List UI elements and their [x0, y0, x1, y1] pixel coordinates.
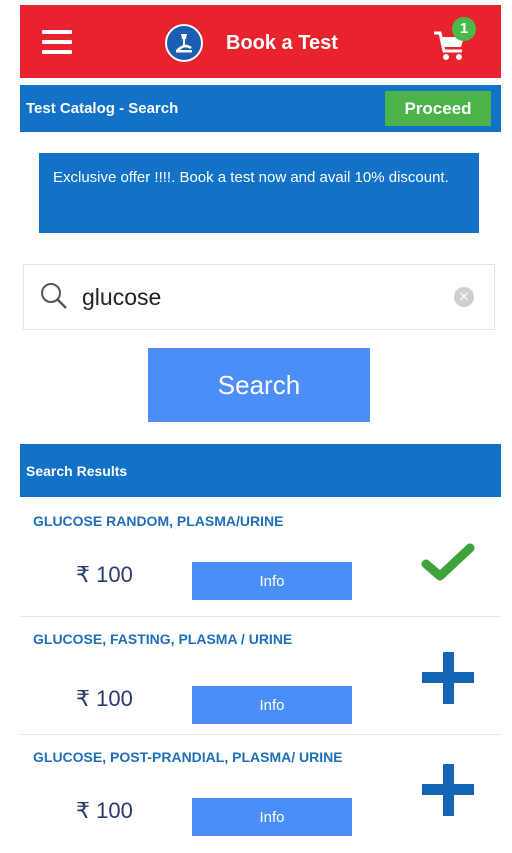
result-item: GLUCOSE RANDOM, PLASMA/URINE ₹ 100 Info — [20, 500, 501, 617]
clear-icon[interactable]: ✕ — [454, 287, 474, 307]
divider — [20, 616, 501, 617]
search-results-title: Search Results — [26, 463, 128, 479]
plus-icon[interactable] — [420, 762, 476, 818]
search-icon — [39, 281, 69, 311]
result-item: GLUCOSE, POST-PRANDIAL, PLASMA/ URINE ₹ … — [20, 736, 501, 853]
search-box: ✕ — [23, 264, 495, 330]
test-price: ₹ 100 — [76, 562, 133, 587]
result-item: GLUCOSE, FASTING, PLASMA / URINE ₹ 100 I… — [20, 618, 501, 735]
catalog-subheader: Test Catalog - Search Proceed — [20, 85, 501, 132]
search-button[interactable]: Search — [148, 348, 370, 422]
info-button[interactable]: Info — [192, 686, 352, 724]
cart-count-badge: 1 — [452, 17, 476, 41]
test-name[interactable]: GLUCOSE, FASTING, PLASMA / URINE — [33, 630, 393, 648]
hamburger-menu-icon[interactable] — [42, 30, 72, 54]
test-name[interactable]: GLUCOSE RANDOM, PLASMA/URINE — [33, 512, 393, 530]
page-title: Test Catalog - Search — [26, 100, 179, 117]
test-price: ₹ 100 — [76, 798, 133, 823]
app-header: Book a Test 1 — [20, 5, 501, 78]
info-button[interactable]: Info — [192, 562, 352, 600]
search-input[interactable] — [82, 279, 442, 315]
proceed-button[interactable]: Proceed — [385, 91, 491, 126]
check-icon[interactable] — [420, 534, 476, 590]
plus-icon[interactable] — [420, 650, 476, 706]
divider — [20, 734, 501, 735]
app-title: Book a Test — [226, 32, 338, 54]
search-results-header: Search Results — [20, 444, 501, 497]
test-price: ₹ 100 — [76, 686, 133, 711]
test-name[interactable]: GLUCOSE, POST-PRANDIAL, PLASMA/ URINE — [33, 748, 393, 766]
offer-banner: Exclusive offer !!!!. Book a test now an… — [39, 153, 479, 233]
info-button[interactable]: Info — [192, 798, 352, 836]
microscope-logo-icon — [165, 24, 203, 62]
